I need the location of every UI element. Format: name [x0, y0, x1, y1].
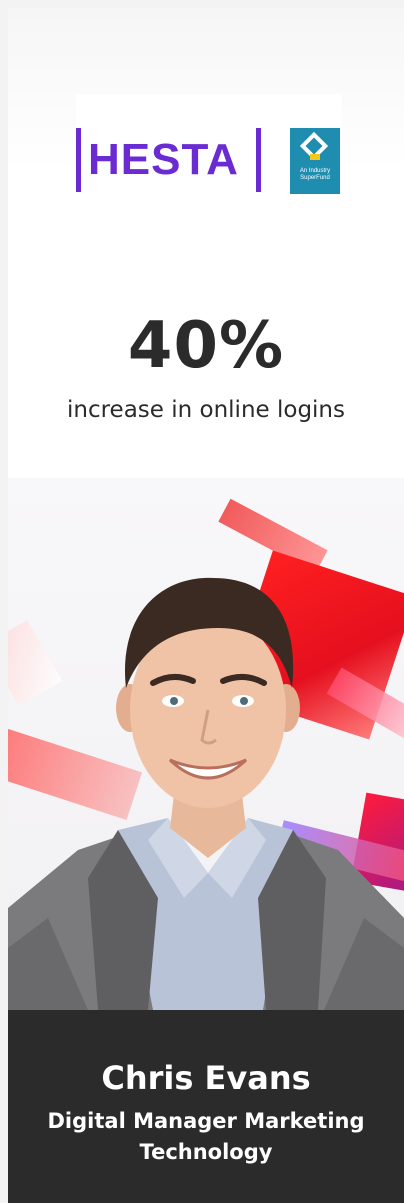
person-role: Digital Manager Marketing Technology [47, 1109, 365, 1164]
testimonial-card: HESTA An Industry SuperFund 40% increase… [8, 8, 404, 1203]
hesta-logo: HESTA An Industry SuperFund [76, 94, 342, 232]
stat-label: increase in online logins [66, 397, 345, 423]
stat-panel: HESTA An Industry SuperFund 40% increase… [8, 8, 404, 478]
logo-bar-right [256, 128, 261, 192]
portrait-photo [8, 478, 404, 1010]
person-name: Chris Evans [101, 1059, 311, 1097]
industry-superfund-badge: An Industry SuperFund [290, 128, 340, 194]
stat-value: 40% [127, 309, 285, 383]
caption-panel: Chris Evans Digital Manager Marketing Te… [8, 1010, 404, 1203]
badge-text: An Industry SuperFund [299, 168, 331, 181]
logo-bar-left [76, 128, 81, 192]
diamond-accent [310, 154, 320, 160]
logo-wordmark: HESTA [88, 135, 239, 184]
person-illustration [8, 577, 404, 1010]
